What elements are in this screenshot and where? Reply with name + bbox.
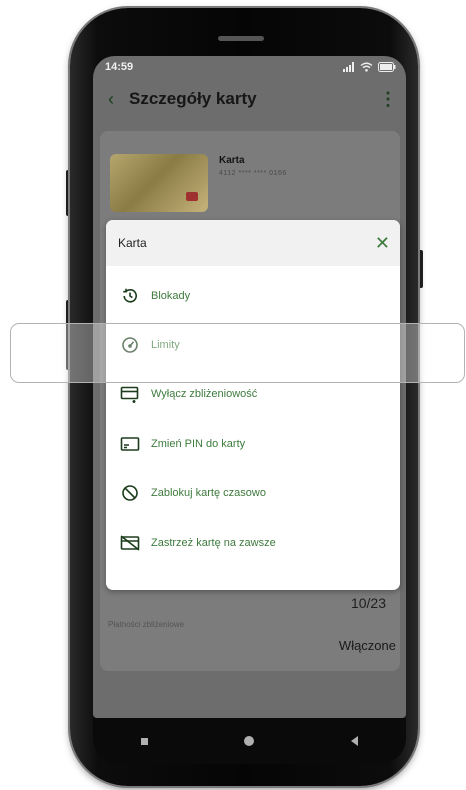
highlight-frame [10, 323, 465, 383]
back-arrow-icon[interactable]: ‹ [99, 89, 123, 110]
menu-item-label: Wyłącz zbliżeniowość [151, 388, 258, 400]
menu-item-wylacz-zblizeniowosc[interactable]: Wyłącz zbliżeniowość [106, 380, 400, 408]
card-cancel-icon [120, 533, 140, 553]
card-image [110, 154, 208, 212]
menu-item-label: Blokady [151, 290, 191, 302]
status-time: 14:59 [105, 61, 134, 73]
dialog-header: Karta ✕ [106, 220, 400, 266]
card-number: 4112 **** **** 0166 [219, 170, 287, 177]
menu-item-zablokuj-czasowo[interactable]: Zablokuj kartę czasowo [106, 479, 400, 507]
block-icon [120, 483, 140, 503]
phone-speaker [218, 36, 264, 41]
menu-item-label: Zablokuj kartę czasowo [151, 487, 266, 499]
menu-item-zastrzez-na-zawsze[interactable]: Zastrzeż kartę na zawsze [106, 529, 400, 557]
card-actions-dialog: Karta ✕ Blokady Limity Wyłącz zbliżeniow… [106, 220, 400, 590]
close-icon[interactable]: ✕ [375, 234, 390, 252]
menu-item-label: Zastrzeż kartę na zawsze [151, 537, 276, 549]
card-logo [186, 192, 198, 201]
card-pin-icon [120, 434, 140, 454]
page-title: Szczegóły karty [129, 89, 257, 108]
app-bar: ‹ Szczegóły karty ⋮ [93, 78, 406, 120]
history-icon [120, 286, 140, 306]
contactless-label: Płatności zbliżeniowe [108, 620, 185, 629]
menu-item-zmien-pin[interactable]: Zmień PIN do karty [106, 430, 400, 458]
signal-icon [343, 62, 354, 72]
menu-item-blokady[interactable]: Blokady [106, 282, 400, 310]
status-icons [343, 62, 396, 72]
card-name: Karta [219, 155, 245, 166]
more-vert-icon[interactable]: ⋮ [378, 89, 398, 110]
dialog-title: Karta [118, 236, 147, 250]
battery-icon [378, 62, 396, 72]
android-nav-bar [93, 718, 406, 764]
phone-screen: 14:59 ‹ Szczegóły karty ⋮ Karta 4112 ***… [93, 56, 406, 718]
menu-item-label: Zmień PIN do karty [151, 438, 246, 450]
home-icon[interactable] [244, 736, 255, 746]
status-bar: 14:59 [93, 56, 406, 78]
nav-back-icon[interactable] [350, 736, 358, 746]
card-contactless-off-icon [120, 384, 140, 404]
contactless-status: Włączone [338, 638, 396, 653]
wifi-icon [360, 62, 373, 72]
recent-apps-icon[interactable] [141, 737, 149, 745]
card-expiry-value: 10/23 [350, 595, 386, 611]
